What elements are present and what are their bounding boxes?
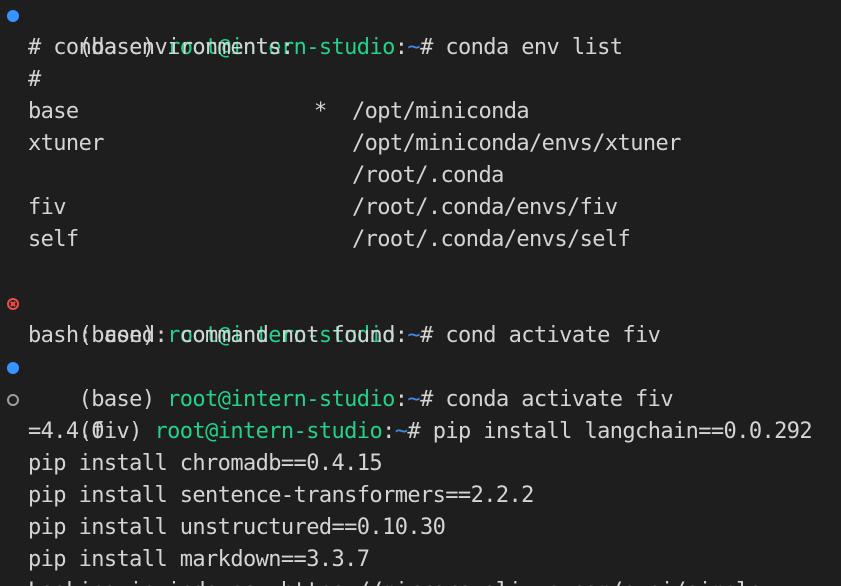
error-output: bash: cond: command not found	[28, 323, 395, 348]
env-name: base	[28, 99, 79, 124]
output-line: #	[28, 67, 41, 92]
output-line: # conda environments:	[28, 35, 294, 60]
pip-command-line: pip install unstructured==0.10.30	[28, 515, 446, 540]
env-name: fiv	[28, 195, 67, 220]
prompt-line-1: (base) root@intern-studio:~# conda env l…	[0, 0, 841, 60]
prompt-line-4: (fiv) root@intern-studio:~# pip install …	[0, 384, 841, 444]
dot-success-icon[interactable]	[7, 10, 19, 22]
env-path: /root/.conda	[352, 163, 504, 188]
circle-pending-icon[interactable]	[7, 394, 19, 406]
env-row: base * /opt/miniconda	[0, 96, 841, 128]
wrapped-command-line: =4.4.0	[28, 419, 104, 444]
prompt-line-2: (base) root@intern-studio:~# cond activa…	[0, 288, 841, 348]
dot-success-icon[interactable]	[7, 362, 19, 374]
env-path: /opt/miniconda	[352, 99, 530, 124]
pip-command-line: pip install markdown==3.3.7	[28, 547, 370, 572]
env-name: xtuner	[28, 131, 104, 156]
pip-command-line: pip install chromadb==0.4.15	[28, 451, 383, 476]
env-path: /root/.conda/envs/self	[352, 227, 631, 252]
env-name: self	[28, 227, 79, 252]
circle-x-error-icon[interactable]	[7, 298, 19, 310]
partial-output-line: Looking in indexes: https://mirrors.aliy…	[0, 576, 841, 586]
prompt-line-3: (base) root@intern-studio:~# conda activ…	[0, 352, 841, 412]
env-row: xtuner/opt/miniconda/envs/xtuner	[0, 128, 841, 160]
env-row: self/root/.conda/envs/self	[0, 224, 841, 256]
terminal-output[interactable]: (base) root@intern-studio:~# conda env l…	[0, 0, 841, 586]
pip-command-line: pip install sentence-transformers==2.2.2	[28, 483, 534, 508]
env-path: /root/.conda/envs/fiv	[352, 195, 618, 220]
env-active-mark: *	[314, 99, 327, 124]
env-row: /root/.conda	[0, 160, 841, 192]
env-path: /opt/miniconda/envs/xtuner	[352, 131, 681, 156]
env-row: fiv/root/.conda/envs/fiv	[0, 192, 841, 224]
